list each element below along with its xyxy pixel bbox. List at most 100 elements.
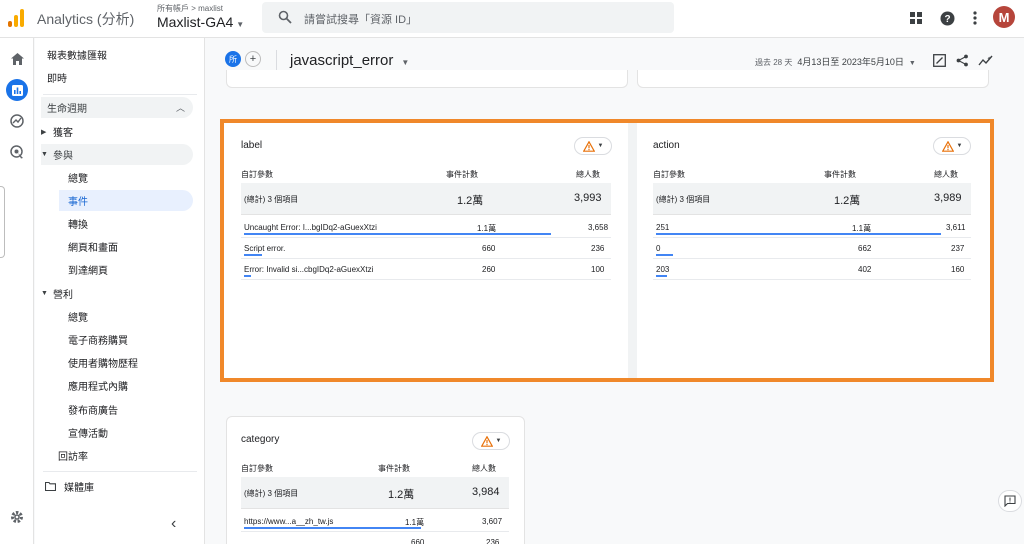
triangle-down-icon: ▼ bbox=[41, 151, 48, 158]
totals-events: 1.2萬 bbox=[834, 195, 861, 207]
divider bbox=[276, 50, 277, 70]
totals-users: 3,989 bbox=[934, 192, 962, 204]
reports-icon[interactable] bbox=[6, 79, 28, 101]
account-breadcrumb[interactable]: 所有帳戶 > maxlist bbox=[157, 3, 223, 14]
add-comparison-button[interactable]: + bbox=[245, 51, 261, 67]
sidebar-acquisition[interactable]: ▶ 獲客 bbox=[41, 121, 199, 142]
insights-icon[interactable]: ✦ bbox=[977, 52, 993, 68]
column-header-events[interactable]: 事件計數 bbox=[824, 169, 856, 180]
sidebar-lifecycle-header[interactable]: 生命週期 ︿ bbox=[41, 97, 193, 118]
search-bar[interactable]: 請嘗試搜尋「資源 ID」 bbox=[262, 2, 674, 33]
row-label: Error: Invalid si...cbgIDq2-aGuexXtzi bbox=[244, 265, 374, 274]
search-placeholder: 請嘗試搜尋「資源 ID」 bbox=[304, 14, 418, 26]
sidebar-engagement-overview[interactable]: 總覽 bbox=[68, 167, 226, 188]
home-icon[interactable] bbox=[6, 48, 28, 70]
collapse-sidebar-icon[interactable]: ‹ bbox=[171, 515, 176, 533]
lifecycle-label: 生命週期 bbox=[47, 104, 87, 115]
share-bar bbox=[244, 527, 421, 529]
left-nav-rail bbox=[0, 38, 34, 544]
table-row[interactable]: 660 236 bbox=[241, 533, 509, 544]
sidebar-engagement[interactable]: ▼ 參與 bbox=[41, 144, 193, 165]
table-row[interactable]: Uncaught Error: I...bgIDq2-aGuexXtzi 1.1… bbox=[241, 218, 611, 238]
page-title[interactable]: javascript_error ▼ bbox=[290, 52, 409, 69]
help-icon[interactable]: ? bbox=[938, 9, 956, 27]
table-row[interactable]: https://www...a__zh_tw.js 1.1萬 3,607 bbox=[241, 512, 509, 532]
column-header-users[interactable]: 總人數 bbox=[472, 463, 496, 474]
sidebar-conversions[interactable]: 轉換 bbox=[68, 213, 226, 234]
table-row[interactable]: 0 662 237 bbox=[653, 239, 971, 259]
sidebar-realtime[interactable]: 即時 bbox=[47, 67, 205, 88]
column-header-users[interactable]: 總人數 bbox=[934, 169, 958, 180]
row-label: 0 bbox=[656, 244, 661, 253]
row-users: 3,607 bbox=[482, 517, 503, 526]
data-quality-button[interactable]: ▼ bbox=[933, 137, 971, 155]
feedback-button[interactable] bbox=[998, 490, 1022, 512]
warning-icon bbox=[582, 140, 595, 152]
sidebar-events[interactable]: 事件 bbox=[59, 190, 193, 211]
totals-label: (總計) 3 個項目 bbox=[244, 195, 299, 204]
sidebar-library[interactable]: 媒體庫 bbox=[45, 476, 203, 497]
row-label: https://www...a__zh_tw.js bbox=[244, 517, 334, 526]
table-row[interactable]: Error: Invalid si...cbgIDq2-aGuexXtzi 26… bbox=[241, 260, 611, 280]
card-gutter bbox=[628, 123, 637, 378]
sidebar-monetization-overview[interactable]: 總覽 bbox=[68, 306, 226, 327]
share-icon[interactable] bbox=[954, 52, 970, 68]
sidebar-promotions[interactable]: 宣傳活動 bbox=[68, 422, 226, 443]
more-vert-icon[interactable] bbox=[966, 9, 984, 27]
advertising-icon[interactable] bbox=[6, 141, 28, 163]
totals-users: 3,984 bbox=[472, 486, 500, 498]
property-selector[interactable]: Maxlist-GA4 ▼ bbox=[157, 14, 244, 30]
sidebar-ecommerce-purchases[interactable]: 電子商務購買 bbox=[68, 329, 226, 350]
sidebar-reports-snapshot[interactable]: 報表數據匯報 bbox=[47, 44, 205, 65]
search-icon bbox=[278, 10, 292, 24]
date-range-value: 4月13日至 2023年5月10日 bbox=[797, 57, 904, 67]
share-bar bbox=[244, 275, 252, 277]
apps-grid-icon[interactable] bbox=[907, 9, 925, 27]
row-events: 260 bbox=[482, 265, 496, 274]
column-header-param[interactable]: 自訂參數 bbox=[241, 169, 273, 180]
column-header-users[interactable]: 總人數 bbox=[576, 169, 600, 180]
sidebar-purchase-journey[interactable]: 使用者購物歷程 bbox=[68, 352, 226, 373]
explore-icon[interactable] bbox=[6, 110, 28, 132]
avatar[interactable]: M bbox=[993, 6, 1015, 28]
card-title: action bbox=[653, 140, 680, 151]
event-name: javascript_error bbox=[290, 52, 394, 69]
row-label: Script error. bbox=[244, 244, 286, 253]
card-action: action ▼ 自訂參數 事件計數 總人數 (總計) 3 個項目 1.2萬 3… bbox=[637, 123, 990, 378]
sidebar-landing-page[interactable]: 到達網頁 bbox=[68, 259, 226, 280]
column-header-events[interactable]: 事件計數 bbox=[378, 463, 410, 474]
row-users: 100 bbox=[591, 265, 605, 274]
table-row[interactable]: 251 1.1萬 3,611 bbox=[653, 218, 971, 238]
rail-expand-handle[interactable] bbox=[0, 186, 5, 258]
date-range-picker[interactable]: 過去 28 天 4月13日至 2023年5月10日 ▼ bbox=[755, 55, 916, 68]
sidebar-pages-screens[interactable]: 網頁和畫面 bbox=[68, 236, 226, 257]
data-quality-button[interactable]: ▼ bbox=[574, 137, 612, 155]
table-row[interactable]: 203 402 160 bbox=[653, 260, 971, 280]
share-bar bbox=[656, 233, 942, 235]
folder-icon bbox=[45, 482, 56, 491]
row-users: 160 bbox=[951, 265, 965, 274]
share-bar bbox=[656, 254, 674, 256]
comparison-chip[interactable]: 所 bbox=[225, 51, 241, 67]
data-quality-button[interactable]: ▼ bbox=[472, 432, 510, 450]
row-users: 236 bbox=[591, 244, 605, 253]
column-header-events[interactable]: 事件計數 bbox=[446, 169, 478, 180]
report-navigation: 報表數據匯報 即時 生命週期 ︿ ▶ 獲客 ▼ 參與 總覽 事件 轉換 網頁和畫面 到… bbox=[35, 38, 205, 544]
totals-row: (總計) 3 個項目 1.2萬 3,984 bbox=[241, 477, 509, 509]
sidebar-publisher-ads[interactable]: 發布商廣告 bbox=[68, 399, 226, 420]
table-row[interactable]: Script error. 660 236 bbox=[241, 239, 611, 259]
row-label: Uncaught Error: I...bgIDq2-aGuexXtzi bbox=[244, 223, 377, 232]
sidebar-in-app-purchases[interactable]: 應用程式內購 bbox=[68, 375, 226, 396]
column-header-param[interactable]: 自訂參數 bbox=[241, 463, 273, 474]
sidebar-retention[interactable]: 回訪率 bbox=[58, 445, 216, 466]
chevron-down-icon: ▼ bbox=[597, 143, 604, 149]
settings-icon[interactable] bbox=[6, 506, 28, 528]
sidebar-monetization[interactable]: ▼ 營利 bbox=[41, 283, 199, 304]
warning-icon bbox=[941, 140, 954, 152]
share-bar bbox=[656, 275, 667, 277]
analytics-logo[interactable] bbox=[8, 9, 26, 27]
card-category: category ▼ 自訂參數 事件計數 總人數 (總計) 3 個項目 1.2萬… bbox=[226, 416, 525, 544]
chevron-down-icon: ▼ bbox=[956, 143, 963, 149]
column-header-param[interactable]: 自訂參數 bbox=[653, 169, 685, 180]
customize-report-icon[interactable] bbox=[931, 52, 947, 68]
